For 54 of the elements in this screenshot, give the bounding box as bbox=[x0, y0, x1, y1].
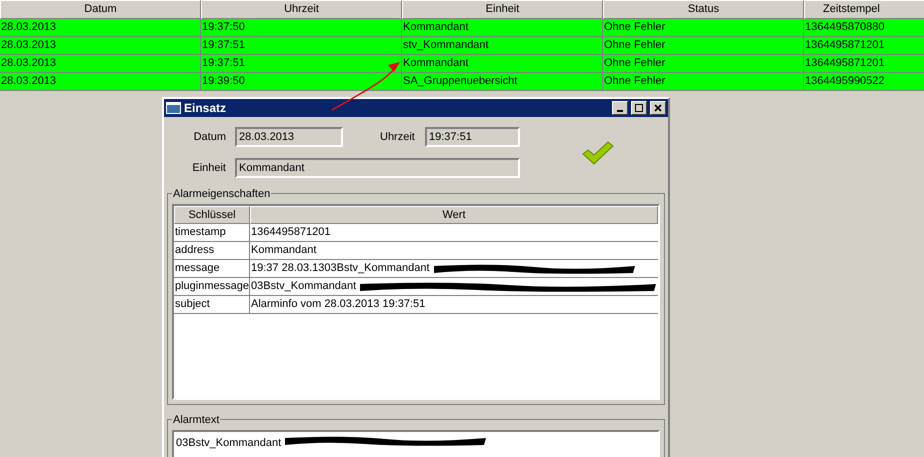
unit-field[interactable]: Kommandant bbox=[235, 158, 520, 178]
field-label: Einheit bbox=[191, 160, 227, 176]
alarm-text-area[interactable]: 03Bstv_Kommandant bbox=[172, 430, 660, 457]
window-icon bbox=[166, 102, 181, 114]
table-cell: 28.03.2013 bbox=[0, 73, 201, 91]
field-label: Datum bbox=[192, 130, 227, 145]
table-cell: 1364495990522 bbox=[804, 73, 924, 91]
table-cell: 19:37 28.03.1303Bstv_Kommandant bbox=[250, 260, 658, 277]
maximize-icon bbox=[635, 104, 643, 112]
table-cell: Ohne Fehler bbox=[603, 37, 804, 55]
column-header[interactable]: Schlüssel bbox=[174, 206, 250, 224]
date-field[interactable]: 28.03.2013 bbox=[235, 127, 343, 147]
time-field[interactable]: 19:37:51 bbox=[425, 127, 520, 147]
window-title: Einsatz bbox=[184, 100, 228, 117]
column-header[interactable]: Einheit bbox=[402, 0, 603, 19]
table-cell-text: Alarminfo vom 28.03.2013 19:37:51 bbox=[250, 297, 426, 312]
table-cell: Ohne Fehler bbox=[603, 73, 804, 91]
table-cell: address bbox=[174, 242, 250, 259]
table-cell-text: 1364495871201 bbox=[250, 225, 332, 240]
table-cell: 1364495870880 bbox=[804, 19, 924, 37]
table-cell: Kommandant bbox=[402, 19, 603, 37]
table-cell: Kommandant bbox=[402, 55, 603, 73]
table-cell: 28.03.2013 bbox=[0, 19, 201, 37]
table-cell: 1364495871201 bbox=[804, 55, 924, 73]
table-cell: 19:39:50 bbox=[201, 73, 402, 91]
minimize-button[interactable] bbox=[612, 101, 628, 115]
table-cell: Ohne Fehler bbox=[603, 19, 804, 37]
close-icon bbox=[654, 104, 662, 112]
column-header[interactable]: Datum bbox=[0, 0, 201, 19]
field-label: Uhrzeit bbox=[380, 130, 416, 145]
table-cell: stv_Kommandant bbox=[402, 37, 603, 55]
group-title: Alarmeigenschaften bbox=[172, 186, 272, 202]
table-cell: message bbox=[174, 260, 250, 277]
table-cell: timestamp bbox=[174, 224, 250, 241]
table-cell: Ohne Fehler bbox=[603, 55, 804, 73]
maximize-button[interactable] bbox=[631, 101, 647, 115]
column-header[interactable]: Wert bbox=[250, 206, 658, 224]
table-cell: 19:37:51 bbox=[201, 37, 402, 55]
table-cell: subject bbox=[174, 296, 250, 313]
close-button[interactable] bbox=[650, 101, 666, 115]
table-cell: 1364495871201 bbox=[804, 37, 924, 55]
table-cell: pluginmessage bbox=[174, 278, 250, 295]
table-cell-text: Kommandant bbox=[250, 243, 318, 258]
column-header[interactable]: Status bbox=[603, 0, 804, 19]
table-cell: 19:37:51 bbox=[201, 55, 402, 73]
column-header[interactable]: Uhrzeit bbox=[201, 0, 402, 19]
column-header[interactable]: Zeitstempel bbox=[804, 0, 924, 19]
table-cell: 19:37:50 bbox=[201, 19, 402, 37]
annotation-arrow bbox=[330, 60, 402, 112]
table-cell: 28.03.2013 bbox=[0, 55, 201, 73]
table-cell: SA_Gruppenuebersicht bbox=[402, 73, 603, 91]
checkmark-icon bbox=[582, 141, 614, 165]
table-cell: 28.03.2013 bbox=[0, 37, 201, 55]
table-cell: 03Bstv_Kommandant bbox=[250, 278, 658, 295]
